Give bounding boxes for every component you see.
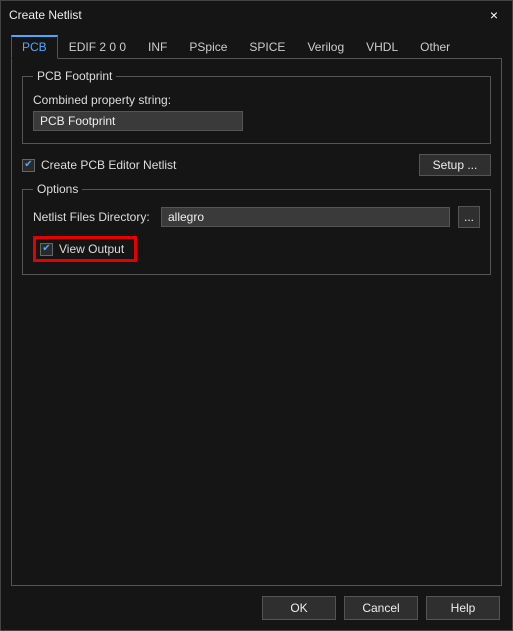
cancel-button[interactable]: Cancel [344, 596, 418, 620]
tab-inf[interactable]: INF [137, 35, 178, 58]
browse-button[interactable]: ... [458, 206, 480, 228]
window-title: Create Netlist [9, 8, 484, 22]
tab-other[interactable]: Other [409, 35, 461, 58]
combined-property-label: Combined property string: [33, 93, 480, 107]
tab-edif[interactable]: EDIF 2 0 0 [58, 35, 137, 58]
create-netlist-row: Create PCB Editor Netlist Setup ... [22, 154, 491, 176]
pcb-footprint-group: PCB Footprint Combined property string: [22, 69, 491, 144]
create-netlist-checkbox[interactable] [22, 159, 35, 172]
tab-bar: PCB EDIF 2 0 0 INF PSpice SPICE Verilog … [11, 35, 502, 59]
tab-vhdl[interactable]: VHDL [355, 35, 409, 58]
options-legend: Options [33, 182, 82, 196]
tab-body-pcb: PCB Footprint Combined property string: … [11, 59, 502, 586]
help-button[interactable]: Help [426, 596, 500, 620]
create-netlist-window: Create Netlist × PCB EDIF 2 0 0 INF PSpi… [0, 0, 513, 631]
tab-pcb[interactable]: PCB [11, 35, 58, 59]
titlebar: Create Netlist × [1, 1, 512, 29]
create-netlist-label[interactable]: Create PCB Editor Netlist [41, 158, 176, 172]
close-icon[interactable]: × [484, 7, 504, 23]
pcb-footprint-legend: PCB Footprint [33, 69, 116, 83]
tab-spice[interactable]: SPICE [238, 35, 296, 58]
netlist-dir-row: Netlist Files Directory: ... [33, 206, 480, 228]
view-output-checkbox[interactable] [40, 243, 53, 256]
create-netlist-checkbox-row: Create PCB Editor Netlist [22, 158, 176, 172]
netlist-dir-input[interactable] [161, 207, 450, 227]
combined-property-input[interactable] [33, 111, 243, 131]
netlist-dir-label: Netlist Files Directory: [33, 210, 153, 224]
view-output-highlight: View Output [33, 236, 137, 262]
tab-verilog[interactable]: Verilog [296, 35, 355, 58]
dialog-footer: OK Cancel Help [1, 586, 512, 630]
tab-pspice[interactable]: PSpice [178, 35, 238, 58]
options-group: Options Netlist Files Directory: ... Vie… [22, 182, 491, 275]
setup-button[interactable]: Setup ... [419, 154, 491, 176]
view-output-label[interactable]: View Output [59, 242, 124, 256]
ok-button[interactable]: OK [262, 596, 336, 620]
content-area: PCB EDIF 2 0 0 INF PSpice SPICE Verilog … [1, 29, 512, 586]
